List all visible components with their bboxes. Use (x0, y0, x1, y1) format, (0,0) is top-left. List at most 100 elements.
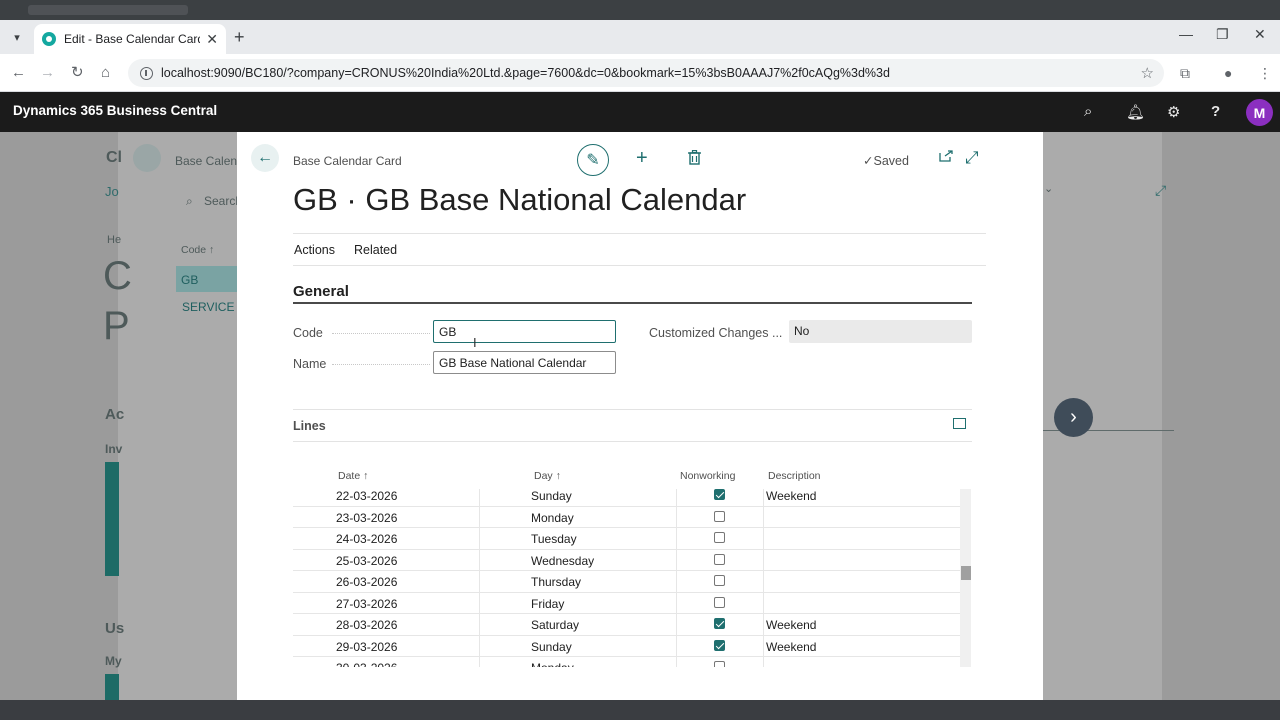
actions-menu[interactable]: Actions (294, 243, 335, 257)
code-field[interactable]: GB (433, 320, 616, 343)
bg-code: GB (181, 273, 199, 287)
forward-icon[interactable]: → (40, 64, 55, 82)
grid-scrollbar-thumb[interactable] (961, 566, 971, 580)
column-separator (676, 549, 677, 571)
new-tab-icon[interactable]: + (234, 28, 245, 46)
close-window-icon[interactable]: ✕ (1254, 26, 1266, 43)
column-separator (763, 614, 764, 636)
table-row[interactable]: 28-03-2026 Saturday Weekend (293, 614, 960, 636)
back-icon[interactable]: ← (11, 64, 26, 82)
delete-trash-icon[interactable] (688, 150, 701, 165)
date-cell[interactable]: 25-03-2026 (336, 554, 397, 568)
nonworking-checkbox[interactable] (714, 639, 725, 651)
new-plus-icon[interactable]: + (636, 147, 648, 170)
table-row[interactable]: 30-03-2026 Monday (293, 657, 960, 667)
back-arrow-icon[interactable]: ← (251, 144, 279, 172)
minimize-icon[interactable]: — (1179, 26, 1193, 42)
bg-chevron-icon: ⌄ (1044, 183, 1054, 195)
date-cell[interactable]: 29-03-2026 (336, 640, 397, 654)
table-row[interactable]: 25-03-2026 Wednesday (293, 549, 960, 571)
column-header-description[interactable]: Description (768, 470, 821, 482)
nonworking-checkbox[interactable] (714, 510, 725, 522)
nonworking-checkbox[interactable] (714, 575, 725, 586)
column-separator (676, 635, 677, 657)
date-cell[interactable]: 28-03-2026 (336, 618, 397, 632)
description-cell[interactable]: Weekend (766, 618, 816, 632)
home-icon[interactable]: ⌂ (101, 64, 110, 82)
browser-toolbar: ← → ↻ ⌂ localhost:9090/BC180/?company=CR… (0, 54, 1280, 92)
browser-tab[interactable]: Edit - Base Calendar Card - Dyn ✕ (34, 24, 226, 54)
bg-text: Jo (105, 184, 119, 199)
maximize-icon[interactable]: ❐ (1216, 26, 1229, 43)
date-cell[interactable]: 30-03-2026 (336, 661, 397, 667)
name-field[interactable]: GB Base National Calendar (433, 351, 616, 374)
table-row[interactable]: 22-03-2026 Sunday Weekend (293, 489, 960, 507)
lines-heading[interactable]: Lines (293, 419, 326, 433)
table-row[interactable]: 29-03-2026 Sunday Weekend (293, 635, 960, 657)
bg-next-circle-icon: › (1054, 398, 1093, 437)
column-separator (479, 489, 480, 507)
bg-tile (105, 462, 119, 576)
day-cell[interactable]: Sunday (531, 489, 572, 503)
date-cell[interactable]: 22-03-2026 (336, 489, 397, 503)
bookmark-star-icon[interactable]: ☆ (1141, 64, 1154, 82)
gear-icon[interactable]: ⚙ (1167, 103, 1180, 121)
nonworking-checkbox[interactable] (714, 618, 725, 629)
date-cell[interactable]: 24-03-2026 (336, 532, 397, 546)
date-cell[interactable]: 23-03-2026 (336, 511, 397, 525)
breadcrumb: Base Calendar Card (293, 154, 402, 168)
reload-icon[interactable]: ↻ (71, 64, 84, 82)
site-info-icon[interactable] (140, 66, 153, 80)
column-separator (676, 528, 677, 550)
column-separator (763, 528, 764, 550)
table-row[interactable]: 27-03-2026 Friday (293, 592, 960, 614)
day-cell[interactable]: Monday (531, 661, 574, 667)
description-cell[interactable]: Weekend (766, 640, 816, 654)
app-brand[interactable]: Dynamics 365 Business Central (13, 103, 217, 118)
nonworking-checkbox[interactable] (714, 661, 725, 667)
day-cell[interactable]: Monday (531, 511, 574, 525)
avatar[interactable]: M (1246, 99, 1273, 126)
bg-text: Us (105, 620, 125, 637)
profile-icon[interactable]: ● (1224, 65, 1232, 81)
day-cell[interactable]: Tuesday (531, 532, 577, 546)
expand-icon[interactable]: ⤢ (965, 148, 979, 168)
day-cell[interactable]: Wednesday (531, 554, 594, 568)
general-heading[interactable]: General (293, 283, 349, 300)
nonworking-checkbox[interactable] (714, 596, 725, 608)
code-label: Code (293, 326, 323, 340)
table-row[interactable]: 24-03-2026 Tuesday (293, 528, 960, 550)
expand-lines-icon[interactable] (953, 418, 966, 429)
column-header-day[interactable]: Day ↑ (534, 470, 561, 482)
help-icon[interactable]: ? (1211, 103, 1220, 120)
bc-favicon-icon (42, 32, 56, 46)
related-menu[interactable]: Related (354, 243, 397, 257)
column-separator (763, 657, 764, 667)
day-cell[interactable]: Sunday (531, 640, 572, 654)
nonworking-checkbox[interactable] (714, 553, 725, 565)
nonworking-checkbox[interactable] (714, 489, 725, 500)
date-cell[interactable]: 26-03-2026 (336, 575, 397, 589)
browser-menu-icon[interactable]: ⋮ (1258, 65, 1272, 82)
address-bar[interactable]: localhost:9090/BC180/?company=CRONUS%20I… (128, 59, 1164, 87)
extensions-icon[interactable]: ⧉ (1180, 65, 1190, 82)
date-cell[interactable]: 27-03-2026 (336, 597, 397, 611)
column-header-nonworking[interactable]: Nonworking (680, 470, 735, 482)
column-header-date[interactable]: Date ↑ (338, 470, 368, 482)
day-cell[interactable]: Friday (531, 597, 564, 611)
divider (293, 233, 986, 234)
bg-text: My (105, 654, 122, 668)
edit-pencil-icon[interactable]: ✎ (577, 144, 609, 176)
description-cell[interactable]: Weekend (766, 489, 816, 503)
customized-changes-label: Customized Changes ... (649, 326, 783, 340)
search-icon[interactable]: ⌕ (1084, 103, 1092, 120)
tab-search-icon[interactable]: ▾ (6, 26, 28, 48)
table-row[interactable]: 26-03-2026 Thursday (293, 571, 960, 593)
open-new-window-icon[interactable] (939, 150, 953, 162)
nonworking-checkbox[interactable] (714, 532, 725, 543)
bell-icon[interactable]: 🔔︎ (1126, 103, 1145, 121)
day-cell[interactable]: Saturday (531, 618, 579, 632)
day-cell[interactable]: Thursday (531, 575, 581, 589)
table-row[interactable]: 23-03-2026 Monday (293, 506, 960, 528)
close-tab-icon[interactable]: ✕ (206, 31, 218, 48)
